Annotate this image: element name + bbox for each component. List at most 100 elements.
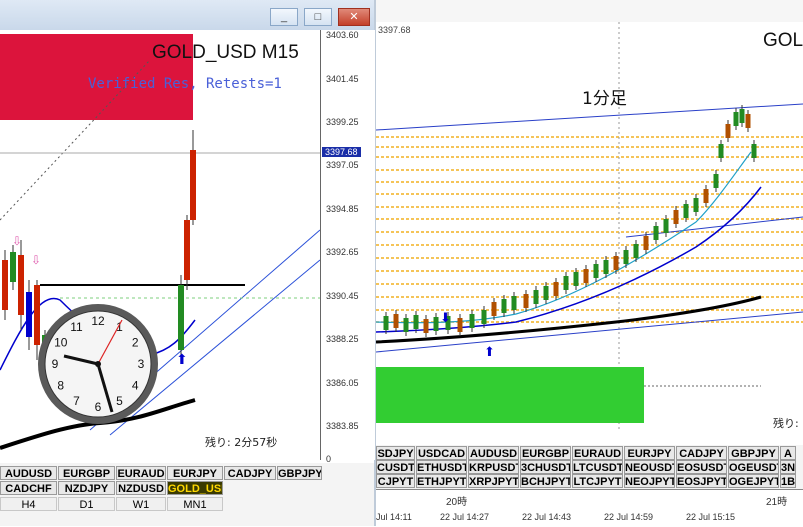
restore-button[interactable]: □	[304, 8, 332, 26]
price-tick: 3383.85	[326, 421, 359, 431]
crypto-symbol-button[interactable]: XRPJPYT	[468, 474, 519, 488]
crypto-symbol-button[interactable]: KRPUSDT	[468, 460, 519, 474]
candle-body	[457, 318, 463, 332]
symbol-button[interactable]: NZDUSD	[116, 481, 166, 495]
crypto-symbol-button[interactable]: ETHJPYT	[416, 474, 467, 488]
crypto-symbol-button[interactable]: NEOUSDT	[624, 460, 675, 474]
candle-body	[745, 114, 751, 128]
svg-text:⇩: ⇩	[31, 253, 41, 267]
candle-body	[501, 299, 507, 313]
crypto-symbol-button[interactable]: BCHJPYT	[520, 474, 571, 488]
crypto-symbol-button[interactable]: CADJPY	[676, 446, 727, 460]
candle-body	[751, 144, 757, 158]
candle-body	[481, 310, 487, 324]
crypto-symbol-button[interactable]: 3N	[780, 460, 796, 474]
clock-numeral: 10	[54, 336, 68, 350]
right-candles	[383, 105, 757, 337]
crypto-symbol-button[interactable]: 1B	[780, 474, 796, 488]
candle-body	[553, 282, 559, 296]
current-price-label: 3397.68	[322, 147, 361, 157]
crypto-symbol-button[interactable]: EOSUSDT	[676, 460, 727, 474]
symbol-button[interactable]: NZDJPY	[58, 481, 115, 495]
candle-body	[683, 204, 689, 218]
crypto-symbol-button[interactable]: EOSJPYT	[676, 474, 727, 488]
crypto-symbol-button[interactable]: LTCJPYT	[572, 474, 623, 488]
left-price-axis: 3403.60 3401.45 3399.25 3397.05 3397.68 …	[320, 30, 375, 464]
candle-body	[583, 269, 589, 283]
candle-body	[511, 296, 517, 310]
crypto-symbol-button[interactable]: AUDUSD	[468, 446, 519, 460]
right-time-axis: 20時 21時 Jul 14:11 22 Jul 14:27 22 Jul 14…	[376, 489, 803, 527]
candle-body	[593, 264, 599, 278]
symbol-button[interactable]: CADCHF	[0, 481, 57, 495]
timeframe-button[interactable]: MN1	[167, 497, 223, 511]
crypto-symbol-button[interactable]: NEOJPYT	[624, 474, 675, 488]
candle-body	[613, 256, 619, 270]
candle-body	[703, 189, 709, 203]
left-chart-title: GOLD_USD M15	[152, 42, 299, 63]
left-countdown: 残り: 2分57秒	[205, 435, 277, 449]
clock-numeral: 5	[116, 394, 123, 408]
crypto-symbol-button[interactable]: USDCAD	[416, 446, 467, 460]
analog-clock[interactable]: 12 12 3 456 78 9 1011	[36, 302, 160, 426]
candle-body	[469, 314, 475, 328]
symbol-button[interactable]: CADJPY	[224, 466, 276, 480]
candle-body	[725, 124, 731, 138]
right-chart-canvas[interactable]: ⬇ ⬆ 1分足 GOLI 残り:	[376, 22, 803, 432]
crypto-symbol-button[interactable]: EURJPY	[624, 446, 675, 460]
orange-level-lines	[376, 136, 803, 323]
symbol-button[interactable]: EURAUD	[116, 466, 166, 480]
candle-body	[643, 236, 649, 250]
clock-numeral: 6	[95, 400, 102, 414]
timeframe-button[interactable]: D1	[58, 497, 115, 511]
clock-numeral: 11	[70, 320, 83, 334]
candle-body	[603, 260, 609, 274]
time-marker: 21時	[766, 497, 788, 508]
candle-body	[543, 286, 549, 300]
crypto-symbol-button[interactable]: OGEUSDT	[728, 460, 779, 474]
candle-body	[533, 290, 539, 304]
left-symbol-panel: AUDUSD EURGBP EURAUD EURJPY CADJPY GBPJP…	[0, 463, 374, 526]
candle-body	[663, 219, 669, 233]
symbol-button[interactable]: AUDUSD	[0, 466, 57, 480]
price-tick: 3401.45	[326, 74, 359, 84]
right-chart-window: ⬇ ⬆ 1分足 GOLI 残り: 3397.68 SDJPYUSDCADAUDU…	[376, 0, 803, 527]
crypto-symbol-button[interactable]: ETHUSDT	[416, 460, 467, 474]
price-tick: 3394.85	[326, 204, 359, 214]
right-title-partial: GOLI	[763, 30, 803, 51]
crypto-symbol-button[interactable]: A	[780, 446, 796, 460]
right-price-top: 3397.68	[378, 25, 411, 35]
crypto-symbol-button[interactable]: EURAUD	[572, 446, 623, 460]
crypto-symbol-button[interactable]: 3CHUSDT	[520, 460, 571, 474]
crypto-symbol-button[interactable]: EURGBP	[520, 446, 571, 460]
crypto-symbol-button[interactable]: CJPYT	[376, 474, 415, 488]
candle-body	[523, 294, 529, 308]
symbol-button[interactable]: GBPJPY	[277, 466, 322, 480]
crypto-symbol-button[interactable]: CUSDT	[376, 460, 415, 474]
crypto-symbol-button[interactable]: SDJPY	[376, 446, 415, 460]
symbol-button[interactable]: EURJPY	[167, 466, 223, 480]
time-tick: Jul 14:11	[376, 512, 412, 522]
candle-body	[673, 210, 679, 224]
timeframe-button[interactable]: W1	[116, 497, 166, 511]
clock-numeral: 4	[132, 379, 139, 393]
timeframe-button[interactable]: H4	[0, 497, 57, 511]
candle-body	[433, 317, 439, 331]
crypto-symbol-button[interactable]: LTCUSDT	[572, 460, 623, 474]
crypto-symbol-button[interactable]: GBPJPY	[728, 446, 779, 460]
time-marker: 20時	[446, 497, 468, 508]
symbol-button-active[interactable]: GOLD_USD	[167, 481, 223, 495]
crypto-symbol-button[interactable]: OGEJPYT	[728, 474, 779, 488]
clock-numeral: 8	[57, 379, 64, 393]
clock-numeral: 7	[73, 394, 80, 408]
candle-body	[623, 250, 629, 264]
minimize-button[interactable]: _	[270, 8, 298, 26]
svg-text:⬆: ⬆	[176, 352, 188, 368]
clock-numeral: 1	[116, 320, 123, 334]
price-tick: 3386.05	[326, 378, 359, 388]
close-button[interactable]: ✕	[338, 8, 370, 26]
time-tick: 22 Jul 15:15	[686, 512, 736, 522]
symbol-button[interactable]: EURGBP	[58, 466, 115, 480]
candle-body	[713, 174, 719, 188]
candle-body	[423, 319, 429, 333]
